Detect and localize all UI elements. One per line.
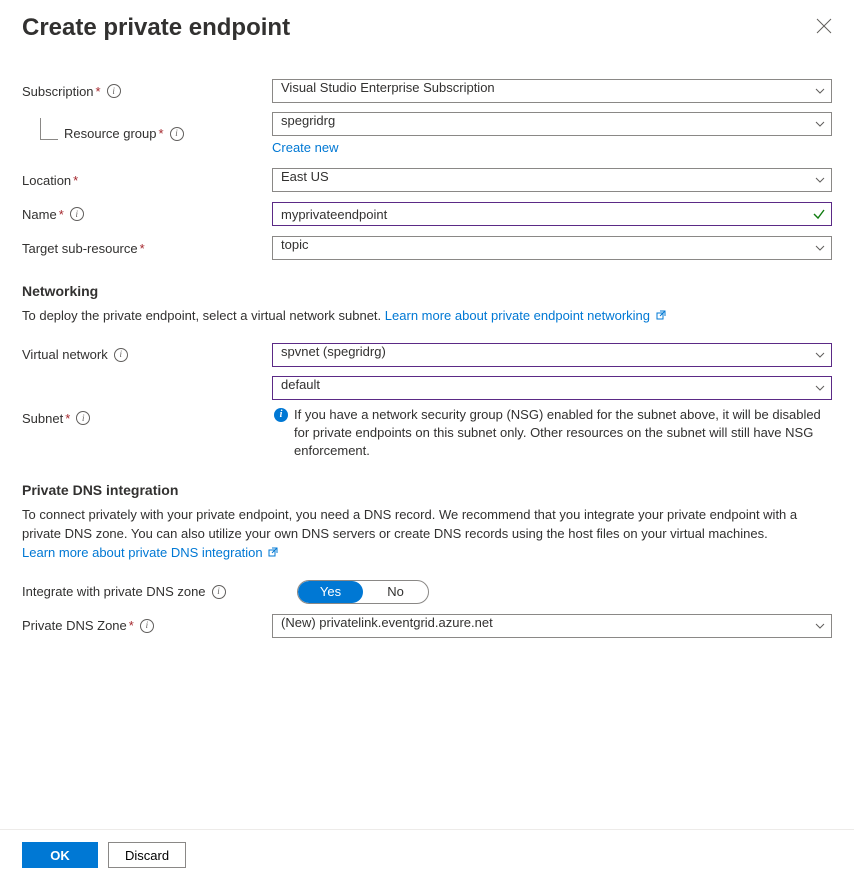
- location-label: Location: [22, 173, 71, 188]
- info-filled-icon: i: [274, 408, 288, 422]
- info-icon[interactable]: i: [70, 207, 84, 221]
- name-label: Name: [22, 207, 57, 222]
- required-icon: *: [59, 207, 64, 222]
- subnet-label: Subnet: [22, 411, 63, 426]
- location-select[interactable]: East US: [272, 168, 832, 192]
- virtual-network-label: Virtual network: [22, 347, 108, 362]
- resource-group-select[interactable]: spegridrg: [272, 112, 832, 136]
- info-icon[interactable]: i: [76, 411, 90, 425]
- subscription-select[interactable]: Visual Studio Enterprise Subscription: [272, 79, 832, 103]
- dns-zone-label: Private DNS Zone: [22, 618, 127, 633]
- info-icon[interactable]: i: [107, 84, 121, 98]
- dns-desc: To connect privately with your private e…: [22, 506, 832, 563]
- info-icon[interactable]: i: [170, 127, 184, 141]
- info-icon[interactable]: i: [114, 348, 128, 362]
- networking-heading: Networking: [22, 283, 832, 299]
- create-new-link[interactable]: Create new: [272, 140, 832, 155]
- close-icon[interactable]: [816, 18, 832, 34]
- subnet-note: i If you have a network security group (…: [272, 406, 832, 461]
- required-icon: *: [96, 84, 101, 99]
- info-icon[interactable]: i: [140, 619, 154, 633]
- info-icon[interactable]: i: [212, 585, 226, 599]
- ok-button[interactable]: OK: [22, 842, 98, 868]
- networking-learn-more-link[interactable]: Learn more about private endpoint networ…: [385, 308, 666, 323]
- virtual-network-select[interactable]: spvnet (spegridrg): [272, 343, 832, 367]
- target-sub-resource-select[interactable]: topic: [272, 236, 832, 260]
- networking-desc: To deploy the private endpoint, select a…: [22, 307, 832, 326]
- integrate-dns-toggle[interactable]: Yes No: [297, 580, 429, 604]
- required-icon: *: [159, 126, 164, 141]
- required-icon: *: [65, 411, 70, 426]
- subnet-select[interactable]: default: [272, 376, 832, 400]
- dns-learn-more-link[interactable]: Learn more about private DNS integration: [22, 545, 278, 560]
- toggle-no[interactable]: No: [363, 581, 428, 603]
- subscription-label: Subscription: [22, 84, 94, 99]
- dns-heading: Private DNS integration: [22, 482, 832, 498]
- resource-group-label: Resource group: [64, 126, 157, 141]
- name-input[interactable]: [272, 202, 832, 226]
- dns-zone-select[interactable]: (New) privatelink.eventgrid.azure.net: [272, 614, 832, 638]
- required-icon: *: [129, 618, 134, 633]
- tree-guide: [40, 118, 58, 140]
- toggle-yes[interactable]: Yes: [298, 581, 363, 603]
- page-title: Create private endpoint: [22, 14, 290, 42]
- integrate-dns-label: Integrate with private DNS zone: [22, 584, 206, 599]
- target-sub-resource-label: Target sub-resource: [22, 241, 138, 256]
- discard-button[interactable]: Discard: [108, 842, 186, 868]
- external-link-icon: [656, 310, 666, 320]
- external-link-icon: [268, 547, 278, 557]
- required-icon: *: [140, 241, 145, 256]
- required-icon: *: [73, 173, 78, 188]
